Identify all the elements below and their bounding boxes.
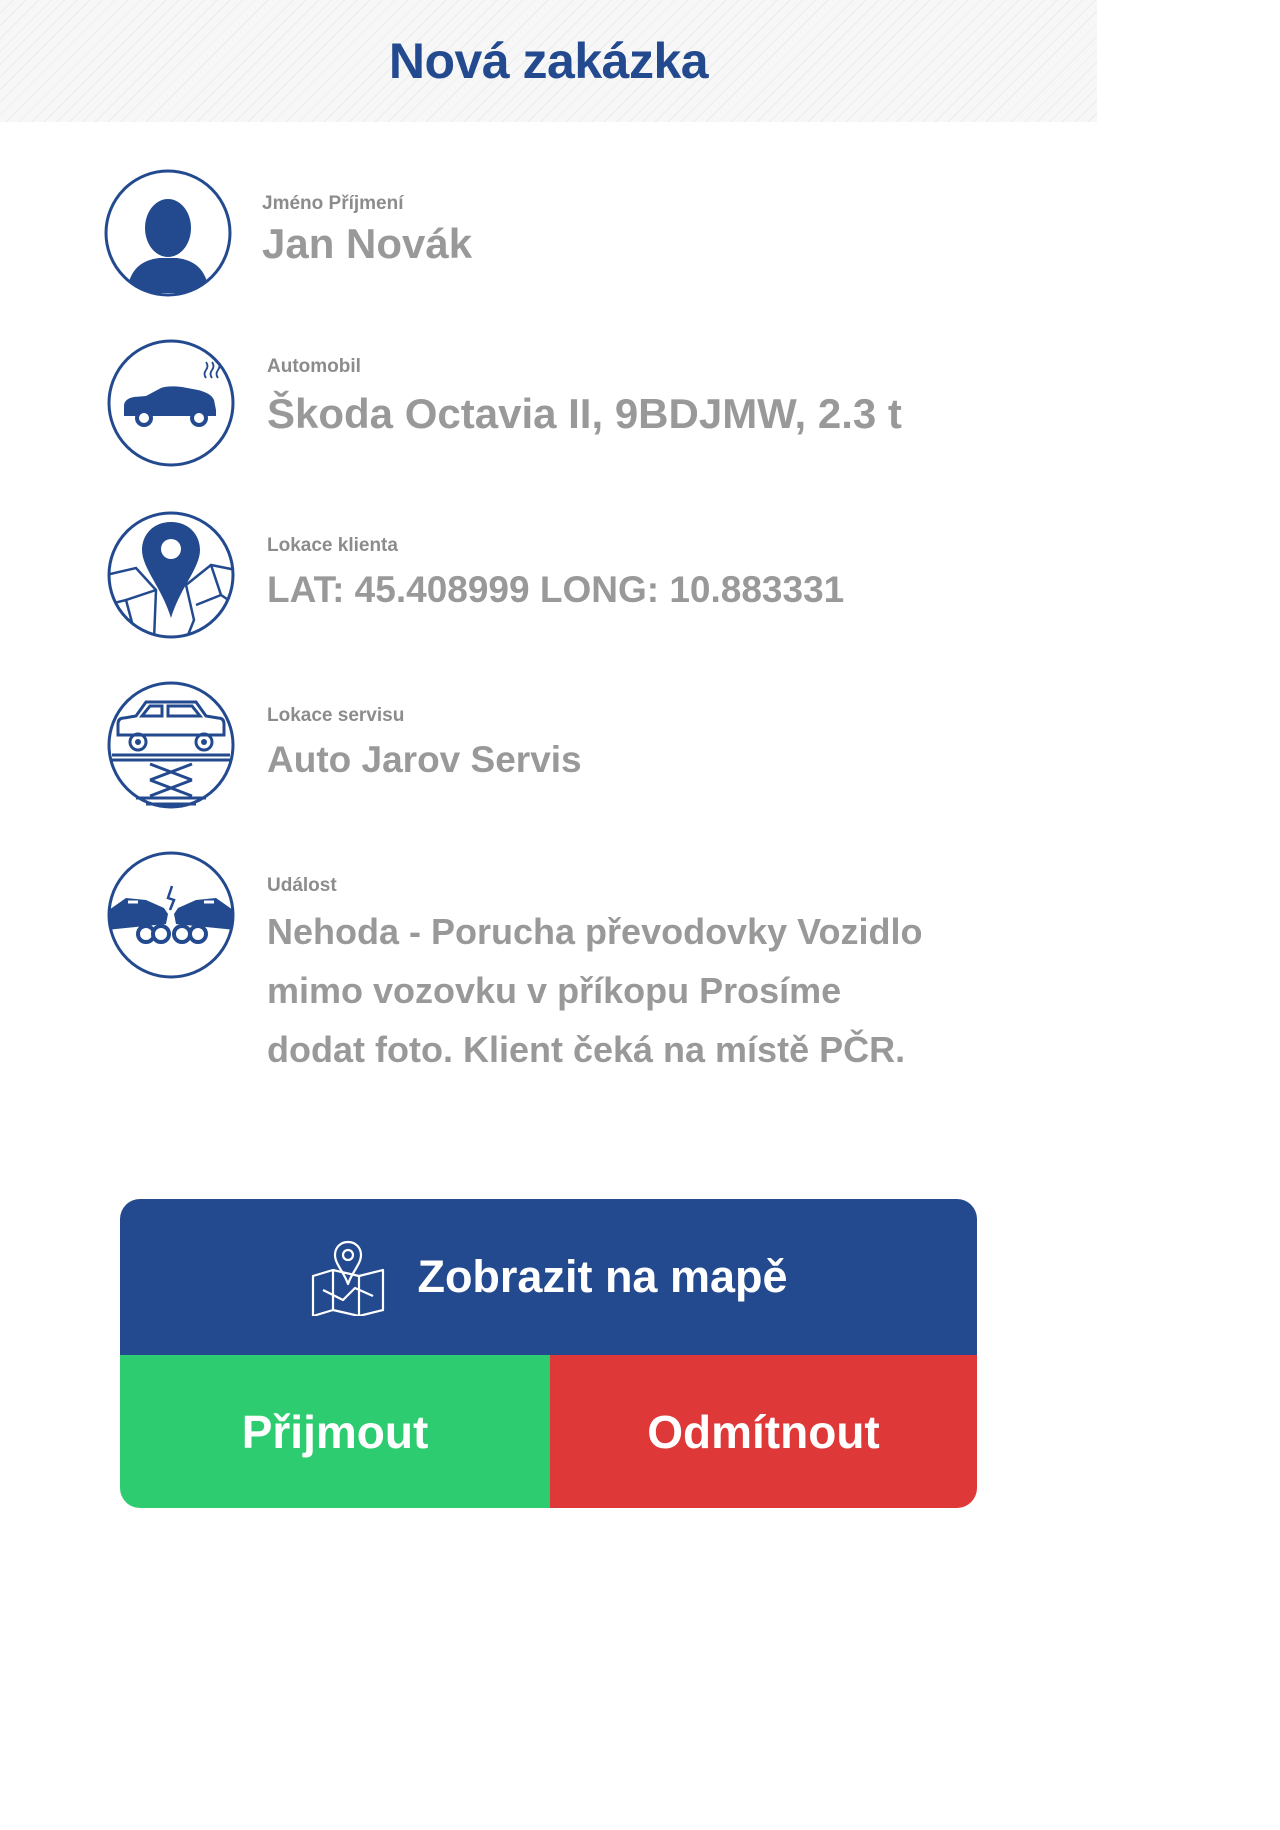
accept-label: Přijmout [241, 1405, 429, 1458]
car-crash-icon [107, 851, 235, 979]
client-name-value: Jan Novák [262, 220, 473, 267]
client-location-label: Lokace klienta [267, 535, 398, 556]
event-label: Událost [267, 875, 337, 896]
service-location-value: Auto Jarov Servis [267, 739, 582, 780]
smoking-car-icon [107, 339, 235, 467]
reject-label: Odmítnout [647, 1405, 880, 1458]
show-on-map-label: Zobrazit na mapě [417, 1251, 788, 1302]
page-title: Nová zakázka [388, 33, 709, 89]
folded-map-icon [312, 1240, 385, 1316]
client-location-value: LAT: 45.408999 LONG: 10.883331 [267, 569, 845, 610]
client-name-label: Jméno Příjmení [262, 193, 404, 214]
service-location-label: Lokace servisu [267, 705, 405, 726]
event-value: Nehoda - Porucha převodovky Vozidlo mimo… [267, 911, 923, 1070]
show-on-map-button[interactable]: Zobrazit na mapě [120, 1199, 977, 1355]
person-icon [104, 169, 232, 297]
header-bar: Nová zakázka [0, 0, 1097, 122]
vehicle-value: Škoda Octavia II, 9BDJMW, 2.3 t [267, 390, 902, 437]
accept-button[interactable]: Přijmout [120, 1355, 550, 1508]
reject-button[interactable]: Odmítnout [550, 1355, 977, 1508]
map-pin-icon [107, 511, 235, 639]
car-lift-icon [107, 681, 235, 809]
vehicle-label: Automobil [267, 356, 361, 377]
